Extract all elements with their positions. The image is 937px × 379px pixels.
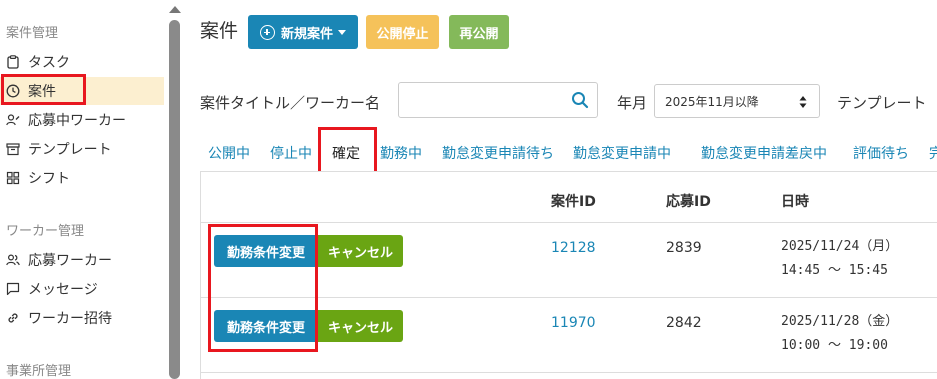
- sidebar-item-label: ワーカー招待: [28, 311, 112, 327]
- sidebar-item-applicants[interactable]: 応募中ワーカー: [0, 106, 164, 134]
- clock-icon: [6, 84, 20, 98]
- tab-evaluation-waiting[interactable]: 評価待ち: [853, 143, 909, 163]
- tab-working[interactable]: 勤務中: [380, 143, 422, 163]
- plus-circle-icon: [259, 24, 275, 40]
- user-edit-icon: [6, 114, 20, 126]
- users-icon: [6, 254, 20, 266]
- new-job-label: 新規案件: [280, 26, 333, 42]
- sort-updown-icon: [799, 96, 807, 108]
- tab-attendance-change-returned[interactable]: 勤怠変更申請差戻中: [701, 143, 827, 163]
- republish-button[interactable]: 再公開: [449, 15, 509, 49]
- main-content: 案件 新規案件 公開停止 再公開 案件タイトル／ワーカー名 年月 2025年11…: [190, 0, 937, 379]
- clipboard-icon: [7, 55, 19, 69]
- tab-confirmed[interactable]: 確定: [332, 143, 360, 163]
- sidebar-item-label: 案件: [28, 84, 56, 100]
- new-job-button[interactable]: 新規案件: [248, 15, 358, 49]
- sidebar-item-label: 応募中ワーカー: [28, 113, 126, 129]
- sidebar-section-title: 案件管理: [6, 26, 59, 41]
- tab-attendance-change-requesting[interactable]: 勤怠変更申請中: [573, 143, 671, 163]
- sidebar-item-label: 応募ワーカー: [28, 253, 112, 269]
- sidebar-item-messages[interactable]: メッセージ: [0, 275, 164, 303]
- sidebar-item-label: シフト: [28, 171, 70, 187]
- search-label: 案件タイトル／ワーカー名: [200, 94, 381, 112]
- scroll-up-arrow-icon[interactable]: [169, 6, 181, 13]
- sidebar-section-title: 事業所管理: [6, 364, 72, 379]
- column-header-application-id: 応募ID: [666, 194, 711, 210]
- job-id-link[interactable]: 11970: [551, 315, 596, 331]
- cancel-button[interactable]: キャンセル: [318, 310, 403, 342]
- month-label: 年月: [617, 94, 648, 112]
- search-input[interactable]: [398, 82, 598, 118]
- sidebar-item-label: メッセージ: [28, 282, 98, 298]
- tab-published[interactable]: 公開中: [208, 143, 250, 163]
- tab-attendance-change-waiting[interactable]: 勤怠変更申請待ち: [442, 143, 554, 163]
- sidebar-item-shift[interactable]: シフト: [0, 164, 164, 192]
- date: 2025/11/24（月）: [781, 239, 899, 254]
- message-icon: [6, 282, 20, 296]
- tab-completed[interactable]: 完: [929, 143, 937, 163]
- sidebar: 案件管理 タスク 案件 応募中ワーカー テンプレート シフト ワーカー管理 応募…: [0, 0, 168, 379]
- grid-icon: [6, 171, 20, 185]
- sidebar-item-label: テンプレート: [28, 142, 112, 158]
- application-id: 2842: [666, 315, 702, 331]
- sidebar-item-jobs[interactable]: 案件: [0, 77, 164, 105]
- row-divider: [201, 222, 937, 223]
- cancel-button[interactable]: キャンセル: [318, 235, 403, 267]
- tab-stopped[interactable]: 停止中: [270, 143, 312, 163]
- sidebar-item-task[interactable]: タスク: [0, 48, 164, 76]
- scroll-thumb[interactable]: [169, 20, 180, 379]
- date: 2025/11/28（金）: [781, 314, 899, 329]
- caret-down-icon: [338, 29, 346, 35]
- page-title: 案件: [200, 20, 239, 42]
- divider: [182, 0, 190, 379]
- change-work-conditions-button[interactable]: 勤務条件変更: [214, 235, 318, 267]
- row-divider: [201, 297, 937, 298]
- sidebar-item-invite[interactable]: ワーカー招待: [0, 304, 164, 332]
- sidebar-item-label: タスク: [28, 55, 70, 71]
- search-icon[interactable]: [571, 91, 589, 109]
- time-range: 10:00 ～ 19:00: [781, 338, 888, 353]
- month-select[interactable]: 2025年11月以降: [654, 84, 820, 118]
- job-id-link[interactable]: 12128: [551, 240, 596, 256]
- archive-icon: [6, 143, 20, 156]
- jobs-table: 案件ID 応募ID 日時 勤務条件変更 キャンセル 12128 2839 202…: [200, 171, 937, 379]
- link-icon: [8, 313, 18, 323]
- stop-publish-button[interactable]: 公開停止: [366, 15, 439, 49]
- row-divider: [201, 372, 937, 373]
- sidebar-section-title: ワーカー管理: [6, 224, 85, 239]
- time-range: 14:45 ～ 15:45: [781, 263, 888, 278]
- sidebar-item-applied-workers[interactable]: 応募ワーカー: [0, 246, 164, 274]
- sidebar-item-templates[interactable]: テンプレート: [0, 135, 164, 163]
- template-label: テンプレート: [837, 94, 927, 112]
- month-select-value: 2025年11月以降: [665, 94, 759, 109]
- application-id: 2839: [666, 240, 702, 256]
- change-work-conditions-button[interactable]: 勤務条件変更: [214, 310, 318, 342]
- column-header-datetime: 日時: [781, 194, 809, 210]
- column-header-job-id: 案件ID: [551, 194, 596, 210]
